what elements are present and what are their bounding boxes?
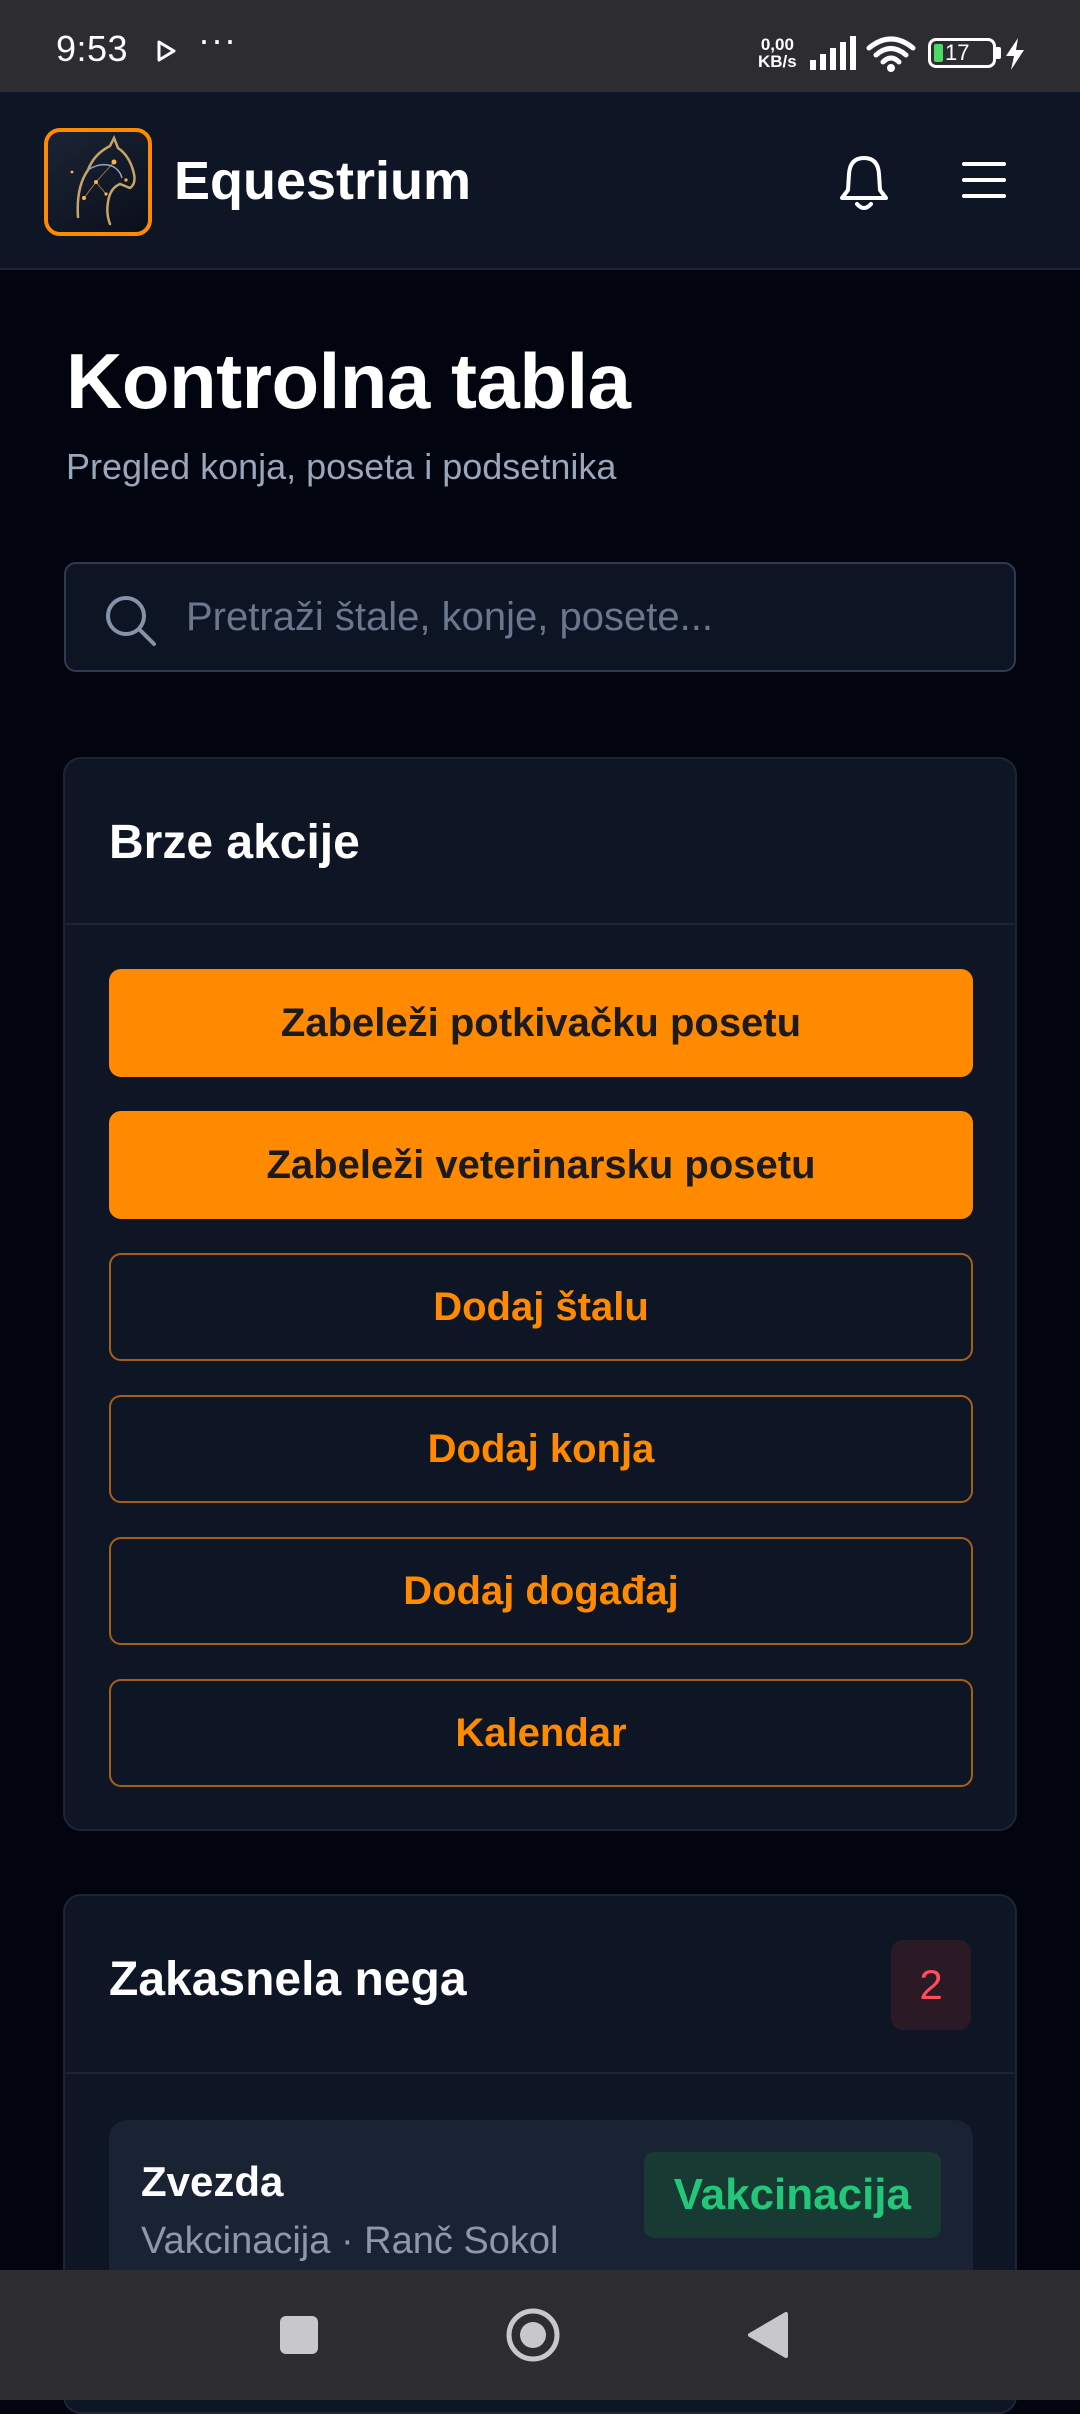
hamburger-menu-icon[interactable] [962,162,1012,202]
signal-icon [810,36,856,70]
search-input[interactable] [186,564,986,670]
status-bar: 9:53 ··· 0,00 KB/s 17 [0,0,1080,92]
bell-icon[interactable] [836,152,892,212]
overdue-count-badge: 2 [891,1940,971,2030]
back-icon[interactable] [746,2310,790,2360]
recent-apps-icon[interactable] [280,2316,318,2354]
wifi-icon [866,36,916,72]
network-speed: 0,00 KB/s [758,35,797,71]
care-type-badge: Vakcinacija [643,2152,941,2238]
app-title: Equestrium [174,151,472,211]
calendar-button[interactable]: Kalendar [109,1679,973,1787]
horse-head-logo[interactable] [44,128,152,236]
search-box [64,562,1016,672]
page-title: Kontrolna tabla [66,337,631,425]
system-nav-bar [0,2270,1080,2400]
add-stable-button[interactable]: Dodaj štalu [109,1253,973,1361]
battery-nub [996,47,1001,59]
search-icon [106,596,156,646]
media-play-icon [157,40,176,62]
battery-level: 17 [945,40,970,65]
status-time: 9:53 [56,28,129,69]
battery-icon: 17 [928,38,996,68]
log-vet-visit-button[interactable]: Zabeleži veterinarsku posetu [109,1111,973,1219]
app-header: Equestrium [0,92,1080,270]
page-subtitle: Pregled konja, poseta i podsetnika [66,446,617,487]
overdue-care-header: Zakasnela nega 2 [65,1896,1015,2074]
overdue-care-title: Zakasnela nega [109,1953,467,2006]
quick-actions-card: Brze akcije Zabeleži potkivačku posetu Z… [63,757,1017,1831]
add-horse-button[interactable]: Dodaj konja [109,1395,973,1503]
add-event-button[interactable]: Dodaj događaj [109,1537,973,1645]
log-farrier-visit-button[interactable]: Zabeleži potkivačku posetu [109,969,973,1077]
overdue-item-details: Vakcinacija · Ranč Sokol [141,2220,559,2262]
horse-logo-icon [70,134,136,226]
home-icon[interactable] [504,2306,562,2364]
charging-bolt-icon [1006,38,1024,70]
quick-actions-title: Brze akcije [109,816,360,869]
horse-name: Zvezda [141,2158,284,2205]
quick-actions-header: Brze akcije [65,759,1015,925]
more-notifications-icon: ··· [198,19,237,60]
